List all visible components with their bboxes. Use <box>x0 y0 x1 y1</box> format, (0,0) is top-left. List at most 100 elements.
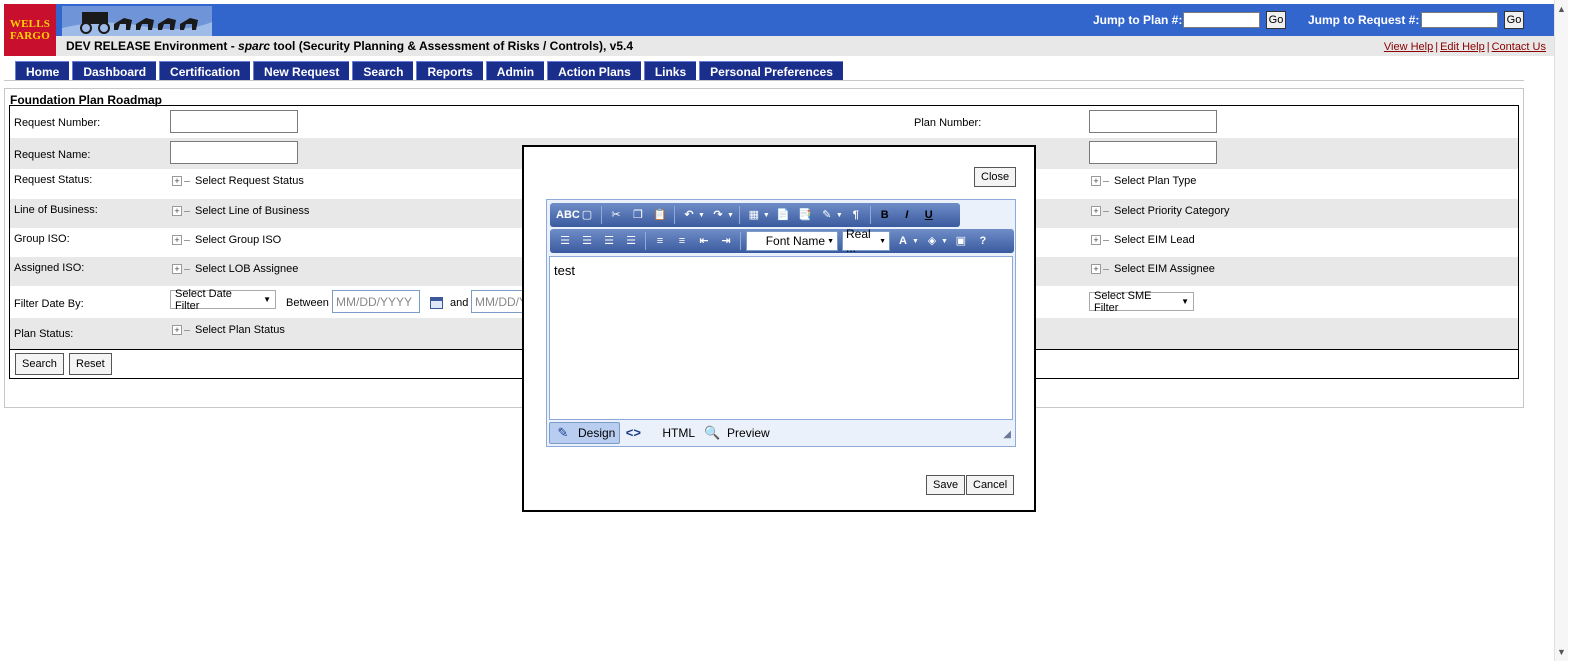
edit-help-link[interactable]: Edit Help <box>1440 41 1485 53</box>
nav-tab-personal-preferences[interactable]: Personal Preferences <box>699 61 843 81</box>
copy-icon[interactable]: ❐ <box>629 206 647 224</box>
request-status-picker[interactable]: + Select Request Status <box>172 175 304 187</box>
jump-request-label: Jump to Request #: <box>1308 13 1420 27</box>
align-right-icon[interactable]: ☰ <box>600 232 618 250</box>
lob-picker[interactable]: + Select Line of Business <box>172 205 309 217</box>
jump-plan-go-button[interactable]: Go <box>1266 11 1286 29</box>
expand-plus-icon[interactable]: + <box>172 325 182 335</box>
scroll-down-icon[interactable]: ▼ <box>1557 647 1566 657</box>
nav-tab-home[interactable]: Home <box>15 61 70 81</box>
editor-modal: Close ABC ▢ ✂ ❐ 📋 ↶ ▼ ↷ ▼ ▦ ▼ 📄 📑 ✎ ▼ ¶ B I … <box>522 145 1036 512</box>
group-iso-picker[interactable]: + Select Group ISO <box>172 234 281 246</box>
cancel-button[interactable]: Cancel <box>966 475 1015 495</box>
align-center-icon[interactable]: ☰ <box>578 232 596 250</box>
redo-icon[interactable]: ↷ <box>709 206 727 224</box>
bold-icon[interactable]: B <box>876 206 894 224</box>
insert-image-icon[interactable]: ▣ <box>952 232 970 250</box>
font-size-select[interactable]: Real ... ▼ <box>842 227 890 255</box>
jump-request-input[interactable] <box>1421 12 1498 28</box>
calendar-icon[interactable] <box>430 297 443 309</box>
plan-status-label: Plan Status: <box>14 328 74 340</box>
undo-icon[interactable]: ↶ <box>680 206 698 224</box>
paste-word-icon[interactable]: 📑 <box>796 206 814 224</box>
plan-type-picker[interactable]: + Select Plan Type <box>1091 175 1196 187</box>
jump-request-go-button[interactable]: Go <box>1504 11 1524 29</box>
expand-plus-icon[interactable]: + <box>1091 264 1101 274</box>
expand-plus-icon[interactable]: + <box>1091 176 1101 186</box>
format-stripper-icon[interactable]: ✎ <box>818 206 836 224</box>
priority-picker[interactable]: + Select Priority Category <box>1091 205 1230 217</box>
table-icon[interactable]: ▦ <box>745 206 763 224</box>
nav-tab-search[interactable]: Search <box>352 61 414 81</box>
spellcheck-icon[interactable]: ABC <box>556 206 580 224</box>
resize-grip-icon[interactable]: ◢ <box>1003 429 1011 440</box>
bulleted-list-icon[interactable]: ≡ <box>673 232 691 250</box>
expand-plus-icon[interactable]: + <box>172 235 182 245</box>
eim-assignee-picker[interactable]: + Select EIM Assignee <box>1091 263 1215 275</box>
group-iso-label: Group ISO: <box>14 233 70 245</box>
select-all-icon[interactable]: ▢ <box>578 206 596 224</box>
lob-assignee-picker[interactable]: + Select LOB Assignee <box>172 263 298 275</box>
code-brackets-icon: <> <box>625 425 641 440</box>
tool-name: sparc <box>238 39 271 53</box>
expand-plus-icon[interactable]: + <box>1091 206 1101 216</box>
reset-button[interactable]: Reset <box>69 353 112 375</box>
paste-icon[interactable]: 📋 <box>651 206 669 224</box>
justify-icon[interactable]: ☰ <box>622 232 640 250</box>
expand-plus-icon[interactable]: + <box>172 206 182 216</box>
numbered-list-icon[interactable]: ≡ <box>651 232 669 250</box>
editor-content-area[interactable]: test <box>549 256 1013 420</box>
expand-plus-icon[interactable]: + <box>172 176 182 186</box>
design-mode-tab[interactable]: ✎ Design <box>549 422 621 444</box>
nav-tab-new-request[interactable]: New Request <box>253 61 350 81</box>
lob-label: Line of Business: <box>14 204 98 216</box>
app-header: WELLS FARGO Jump to Plan #: Go Jump to R… <box>4 4 1556 56</box>
nav-tab-links[interactable]: Links <box>643 61 697 81</box>
request-name-label: Request Name: <box>14 149 91 161</box>
jump-plan-input[interactable] <box>1183 12 1260 28</box>
request-number-input[interactable] <box>170 110 298 133</box>
paragraph-icon[interactable]: ¶ <box>847 206 865 224</box>
align-left-icon[interactable]: ☰ <box>556 232 574 250</box>
font-name-select[interactable]: Font Name ▼ <box>746 231 838 251</box>
nav-tab-certification[interactable]: Certification <box>159 61 251 81</box>
form-row: Request Number: Plan Number: <box>10 106 1518 138</box>
stagecoach-icon <box>62 6 212 36</box>
nav-tab-admin[interactable]: Admin <box>485 61 545 81</box>
rich-text-editor: ABC ▢ ✂ ❐ 📋 ↶ ▼ ↷ ▼ ▦ ▼ 📄 📑 ✎ ▼ ¶ B I U ☰ ☰ … <box>546 199 1016 447</box>
preview-mode-tab[interactable]: 🔍 Preview <box>699 422 774 444</box>
back-color-icon[interactable]: ◈ <box>923 232 941 250</box>
outdent-icon[interactable]: ⇤ <box>695 232 713 250</box>
italic-icon[interactable]: I <box>898 206 916 224</box>
nav-tab-reports[interactable]: Reports <box>416 61 483 81</box>
page-scrollbar[interactable]: ▲ ▼ <box>1554 0 1568 661</box>
start-date-input[interactable]: MM/DD/YYYY <box>332 290 420 313</box>
eim-lead-picker[interactable]: + Select EIM Lead <box>1091 234 1195 246</box>
nav-divider <box>4 80 1524 81</box>
date-filter-select[interactable]: Select Date Filter ▼ <box>170 288 276 312</box>
paste-text-icon[interactable]: 📄 <box>774 206 792 224</box>
help-icon[interactable]: ? <box>974 232 992 250</box>
plan-name-input[interactable] <box>1089 141 1217 164</box>
expand-plus-icon[interactable]: + <box>172 264 182 274</box>
nav-tab-dashboard[interactable]: Dashboard <box>72 61 157 81</box>
underline-icon[interactable]: U <box>920 206 938 224</box>
indent-icon[interactable]: ⇥ <box>717 232 735 250</box>
cut-icon[interactable]: ✂ <box>607 206 625 224</box>
fore-color-icon[interactable]: A <box>894 232 912 250</box>
search-button[interactable]: Search <box>15 353 64 375</box>
plan-number-label: Plan Number: <box>914 117 982 129</box>
save-button[interactable]: Save <box>926 475 966 495</box>
close-button[interactable]: Close <box>974 167 1017 187</box>
sme-filter-select[interactable]: Select SME Filter ▼ <box>1089 290 1194 314</box>
jump-plan-label: Jump to Plan #: <box>1093 13 1183 27</box>
view-help-link[interactable]: View Help <box>1384 41 1433 53</box>
request-name-input[interactable] <box>170 141 298 164</box>
nav-tab-action-plans[interactable]: Action Plans <box>547 61 641 81</box>
expand-plus-icon[interactable]: + <box>1091 235 1101 245</box>
plan-number-input[interactable] <box>1089 110 1217 133</box>
html-mode-tab[interactable]: <> HTML <box>620 422 699 444</box>
scroll-up-icon[interactable]: ▲ <box>1557 4 1566 14</box>
contact-us-link[interactable]: Contact Us <box>1492 41 1546 53</box>
plan-status-picker[interactable]: + Select Plan Status <box>172 324 285 336</box>
